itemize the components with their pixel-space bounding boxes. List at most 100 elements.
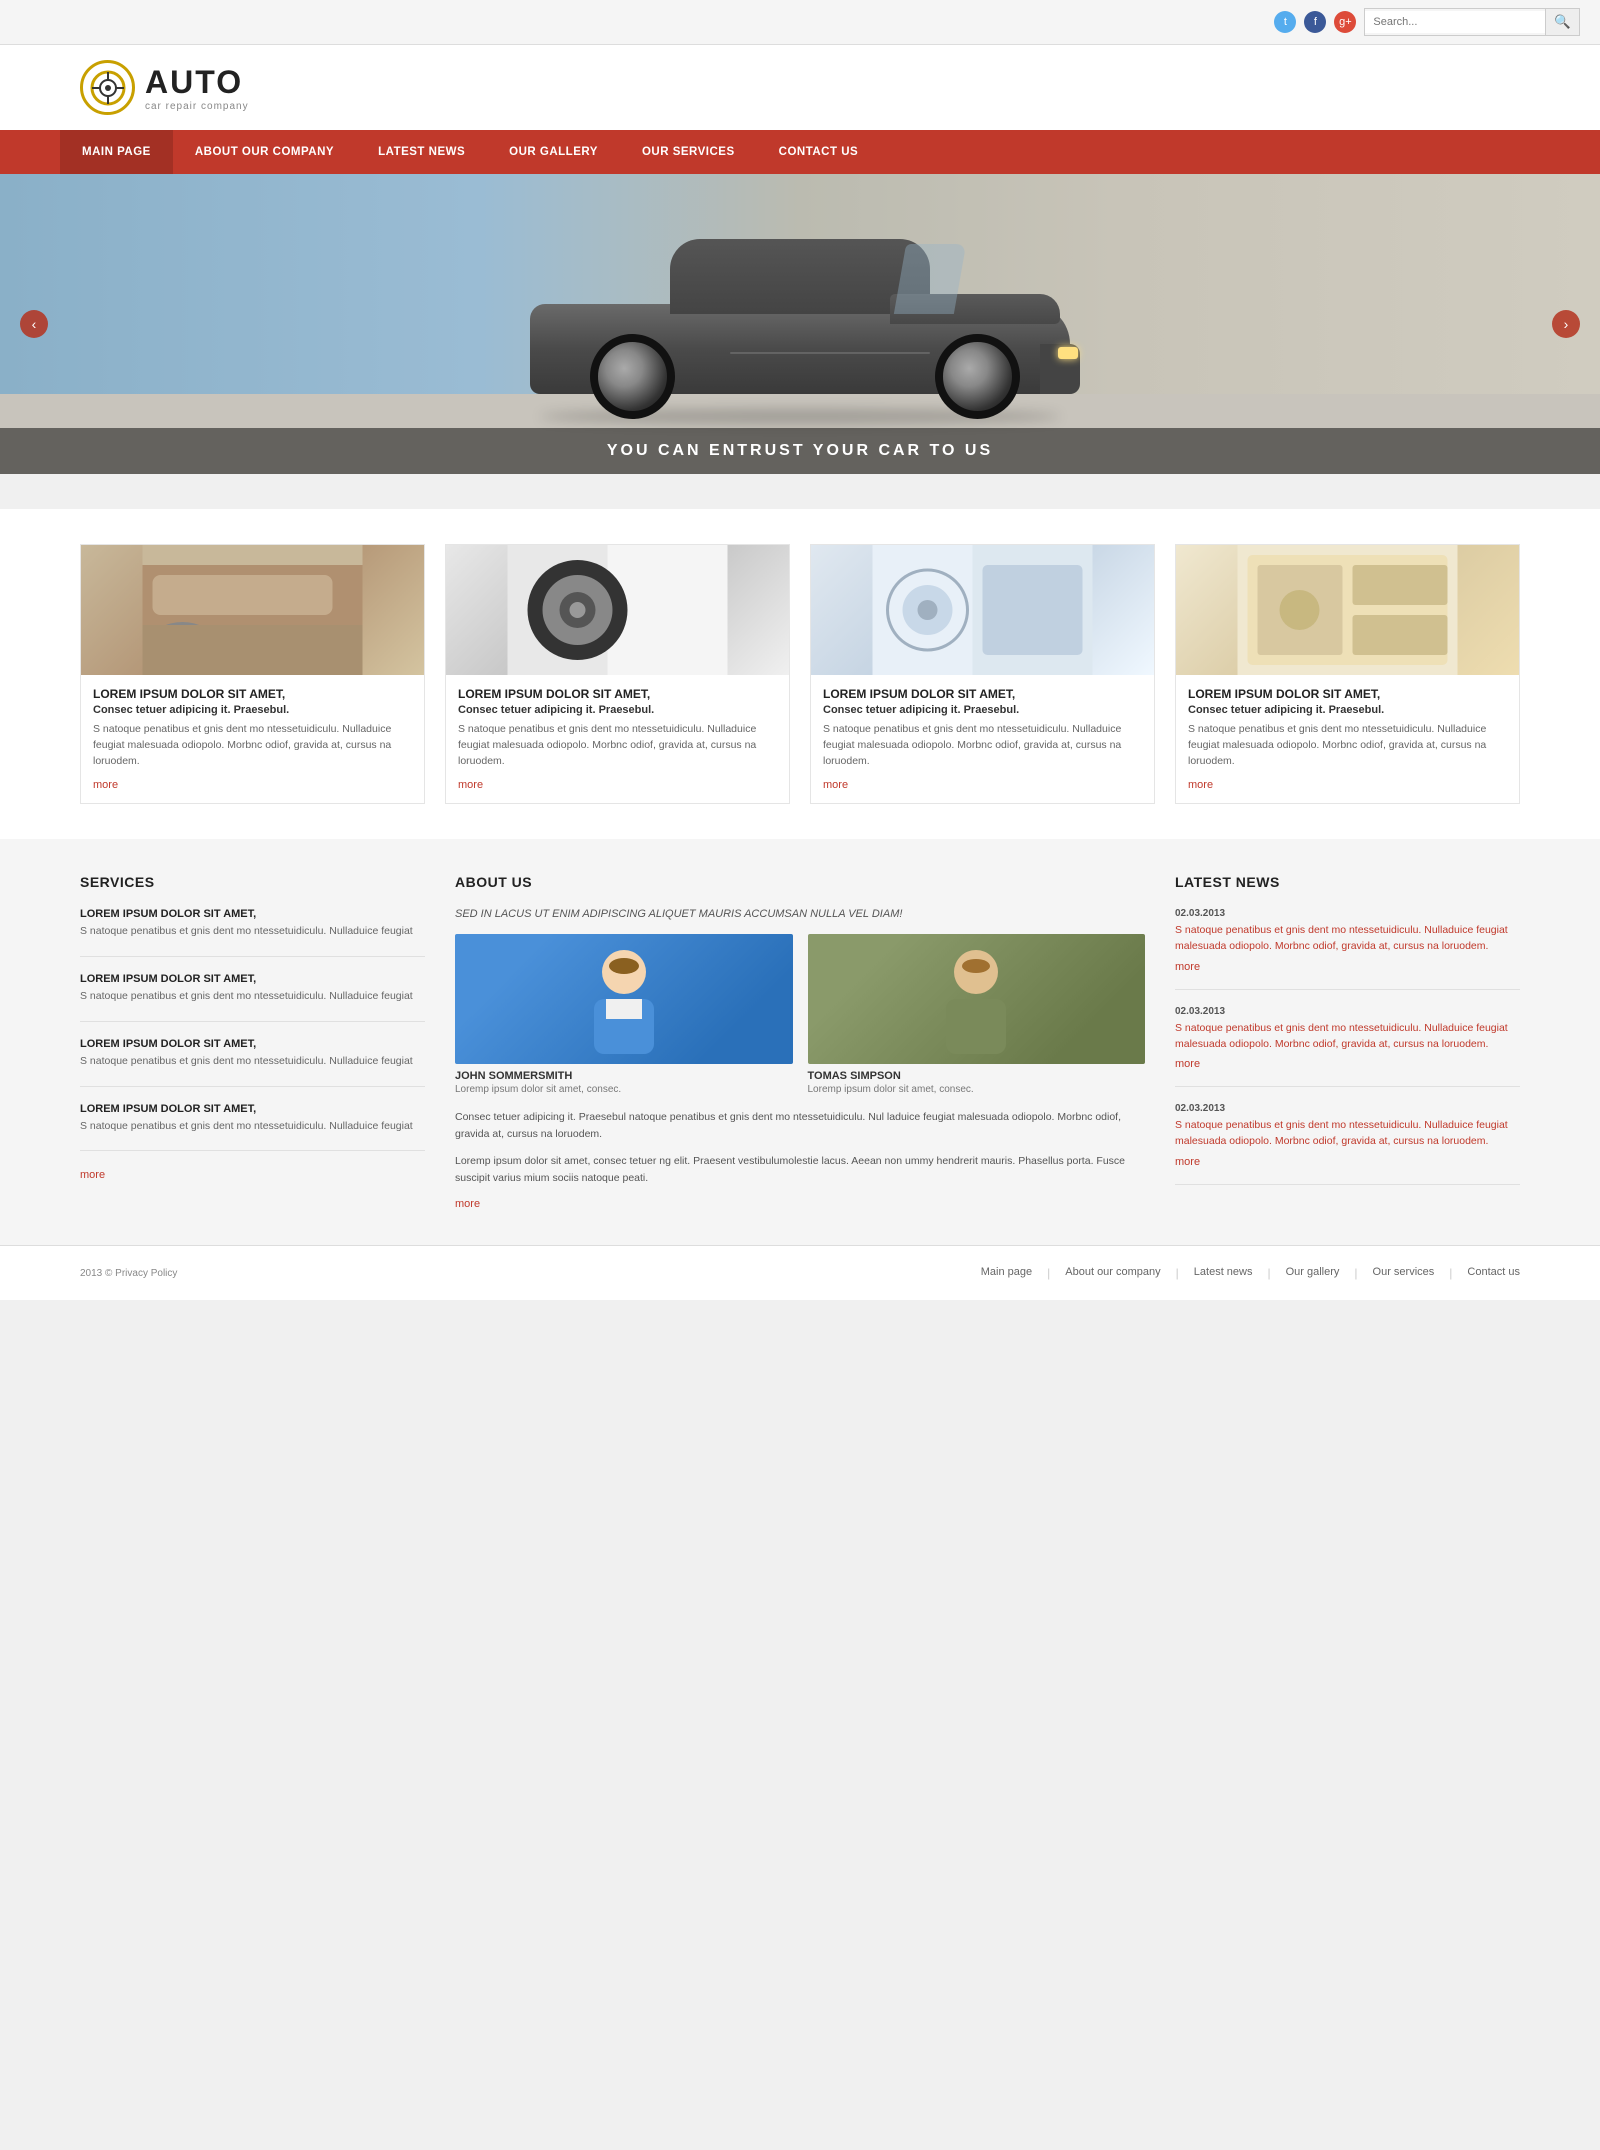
tire-service-body: LOREM IPSUM DOLOR SIT AMET, Consec tetue…	[446, 675, 789, 803]
footer-links: Main page | About our company | Latest n…	[981, 1266, 1520, 1280]
nav-services[interactable]: OUR SERVICES	[620, 130, 757, 174]
schedule-service-card: LOREM IPSUM DOLOR SIT AMET, Consec tetue…	[80, 544, 425, 804]
service-item-2-title: LOREM IPSUM DOLOR SIT AMET,	[80, 973, 425, 985]
footer: 2013 © Privacy Policy Main page | About …	[0, 1245, 1600, 1300]
team-member-tomas: TOMAS SIMPSON Loremp ipsum dolor sit ame…	[808, 934, 1146, 1095]
search-button[interactable]: 🔍	[1545, 9, 1579, 35]
google-icon[interactable]: g+	[1334, 11, 1356, 33]
twitter-icon[interactable]: t	[1274, 11, 1296, 33]
footer-link-contact[interactable]: Contact us	[1467, 1266, 1520, 1280]
about-more-link[interactable]: more	[455, 1198, 480, 1210]
logo-title: AUTO	[145, 64, 249, 101]
team-member-tomas-name: TOMAS SIMPSON	[808, 1070, 1146, 1082]
hero: ‹ YOU CAN ENTRUST YOUR CAR TO US ›	[0, 174, 1600, 474]
about-text-2: Loremp ipsum dolor sit amet, consec tetu…	[455, 1153, 1145, 1187]
about-text-1: Consec tetuer adipicing it. Praesebul na…	[455, 1109, 1145, 1143]
services-more-link[interactable]: more	[80, 1169, 105, 1181]
news-more-2[interactable]: more	[1175, 1058, 1200, 1070]
special-service-title: LOREM IPSUM DOLOR SIT AMET,	[1188, 687, 1507, 701]
preventive-service-title: LOREM IPSUM DOLOR SIT AMET,	[823, 687, 1142, 701]
service-item-1-title: LOREM IPSUM DOLOR SIT AMET,	[80, 908, 425, 920]
service-item-1: LOREM IPSUM DOLOR SIT AMET, S natoque pe…	[80, 908, 425, 957]
team-member-john-desc: Loremp ipsum dolor sit amet, consec.	[455, 1084, 793, 1095]
services-list-heading: SERVICES	[80, 874, 425, 890]
logo-subtitle: car repair company	[145, 101, 249, 112]
tire-service-more[interactable]: more	[458, 779, 483, 791]
special-service-body: LOREM IPSUM DOLOR SIT AMET, Consec tetue…	[1176, 675, 1519, 803]
top-bar: t f g+ 🔍	[0, 0, 1600, 45]
special-service-subheading: Consec tetuer adipicing it. Praesebul.	[1188, 704, 1507, 716]
footer-link-main[interactable]: Main page	[981, 1266, 1032, 1280]
news-text-2: S natoque penatibus et gnis dent mo ntes…	[1175, 1021, 1520, 1053]
tire-service-subheading: Consec tetuer adipicing it. Praesebul.	[458, 704, 777, 716]
footer-copy: 2013 © Privacy Policy	[80, 1268, 177, 1279]
news-more-1[interactable]: more	[1175, 961, 1200, 973]
car-illustration	[510, 204, 1090, 424]
special-service-image	[1176, 545, 1519, 675]
news-item-3: 02.03.2013 S natoque penatibus et gnis d…	[1175, 1103, 1520, 1185]
preventive-service-body: LOREM IPSUM DOLOR SIT AMET, Consec tetue…	[811, 675, 1154, 803]
service-item-4-title: LOREM IPSUM DOLOR SIT AMET,	[80, 1103, 425, 1115]
services-grid: LOREM IPSUM DOLOR SIT AMET, Consec tetue…	[80, 544, 1520, 804]
preventive-service-subheading: Consec tetuer adipicing it. Praesebul.	[823, 704, 1142, 716]
nav-main-page[interactable]: MAIN PAGE	[60, 130, 173, 174]
service-item-3-text: S natoque penatibus et gnis dent mo ntes…	[80, 1054, 425, 1070]
schedule-service-text: S natoque penatibus et gnis dent mo ntes…	[93, 722, 412, 769]
about-heading: ABOUT US	[455, 874, 1145, 890]
logo-icon	[80, 60, 135, 115]
schedule-service-subheading: Consec tetuer adipicing it. Praesebul.	[93, 704, 412, 716]
hero-arrow-left[interactable]: ‹	[20, 310, 48, 338]
service-item-4-text: S natoque penatibus et gnis dent mo ntes…	[80, 1119, 425, 1135]
header: AUTO car repair company	[0, 45, 1600, 130]
footer-link-gallery[interactable]: Our gallery	[1286, 1266, 1340, 1280]
news-date-1: 02.03.2013	[1175, 908, 1520, 919]
news-item-1: 02.03.2013 S natoque penatibus et gnis d…	[1175, 908, 1520, 990]
hero-arrow-right[interactable]: ›	[1552, 310, 1580, 338]
facebook-icon[interactable]: f	[1304, 11, 1326, 33]
team-member-john: JOHN SOMMERSMITH Loremp ipsum dolor sit …	[455, 934, 793, 1095]
team-member-john-name: JOHN SOMMERSMITH	[455, 1070, 793, 1082]
footer-link-services[interactable]: Our services	[1373, 1266, 1435, 1280]
news-column: LATEST NEWS 02.03.2013 S natoque penatib…	[1175, 874, 1520, 1210]
tire-service-text: S natoque penatibus et gnis dent mo ntes…	[458, 722, 777, 769]
services-list-column: SERVICES LOREM IPSUM DOLOR SIT AMET, S n…	[80, 874, 425, 1210]
nav-contact[interactable]: CONTACT US	[757, 130, 881, 174]
news-text-1: S natoque penatibus et gnis dent mo ntes…	[1175, 923, 1520, 955]
footer-sep-2: |	[1176, 1266, 1179, 1280]
special-service-card: LOREM IPSUM DOLOR SIT AMET, Consec tetue…	[1175, 544, 1520, 804]
special-service-more[interactable]: more	[1188, 779, 1213, 791]
preventive-service-card: LOREM IPSUM DOLOR SIT AMET, Consec tetue…	[810, 544, 1155, 804]
team-photo-tomas	[808, 934, 1146, 1064]
about-desc: SED IN LACUS UT ENIM ADIPISCING ALIQUET …	[455, 908, 1145, 920]
about-column: ABOUT US SED IN LACUS UT ENIM ADIPISCING…	[455, 874, 1145, 1210]
bottom-section: SERVICES LOREM IPSUM DOLOR SIT AMET, S n…	[0, 839, 1600, 1245]
footer-sep-1: |	[1047, 1266, 1050, 1280]
tire-service-title: LOREM IPSUM DOLOR SIT AMET,	[458, 687, 777, 701]
footer-link-news[interactable]: Latest news	[1194, 1266, 1253, 1280]
preventive-service-more[interactable]: more	[823, 779, 848, 791]
nav-gallery[interactable]: OUR GALLERY	[487, 130, 620, 174]
footer-link-about[interactable]: About our company	[1065, 1266, 1160, 1280]
preventive-service-image	[811, 545, 1154, 675]
logo-text: AUTO car repair company	[145, 64, 249, 112]
service-item-1-text: S natoque penatibus et gnis dent mo ntes…	[80, 924, 425, 940]
schedule-service-more[interactable]: more	[93, 779, 118, 791]
service-item-3-title: LOREM IPSUM DOLOR SIT AMET,	[80, 1038, 425, 1050]
team-photo-john	[455, 934, 793, 1064]
footer-sep-5: |	[1449, 1266, 1452, 1280]
preventive-service-text: S natoque penatibus et gnis dent mo ntes…	[823, 722, 1142, 769]
nav-about[interactable]: ABOUT OUR COMPANY	[173, 130, 356, 174]
schedule-service-title: LOREM IPSUM DOLOR SIT AMET,	[93, 687, 412, 701]
service-item-3: LOREM IPSUM DOLOR SIT AMET, S natoque pe…	[80, 1038, 425, 1087]
tire-service-image	[446, 545, 789, 675]
news-date-2: 02.03.2013	[1175, 1006, 1520, 1017]
service-item-2: LOREM IPSUM DOLOR SIT AMET, S natoque pe…	[80, 973, 425, 1022]
schedule-service-image	[81, 545, 424, 675]
logo[interactable]: AUTO car repair company	[80, 60, 249, 115]
schedule-service-body: LOREM IPSUM DOLOR SIT AMET, Consec tetue…	[81, 675, 424, 803]
hero-caption: YOU CAN ENTRUST YOUR CAR TO US	[0, 428, 1600, 474]
search-input[interactable]	[1365, 11, 1545, 33]
services-cards-section: LOREM IPSUM DOLOR SIT AMET, Consec tetue…	[0, 509, 1600, 839]
news-more-3[interactable]: more	[1175, 1156, 1200, 1168]
nav-latest-news[interactable]: LATEST NEWS	[356, 130, 487, 174]
